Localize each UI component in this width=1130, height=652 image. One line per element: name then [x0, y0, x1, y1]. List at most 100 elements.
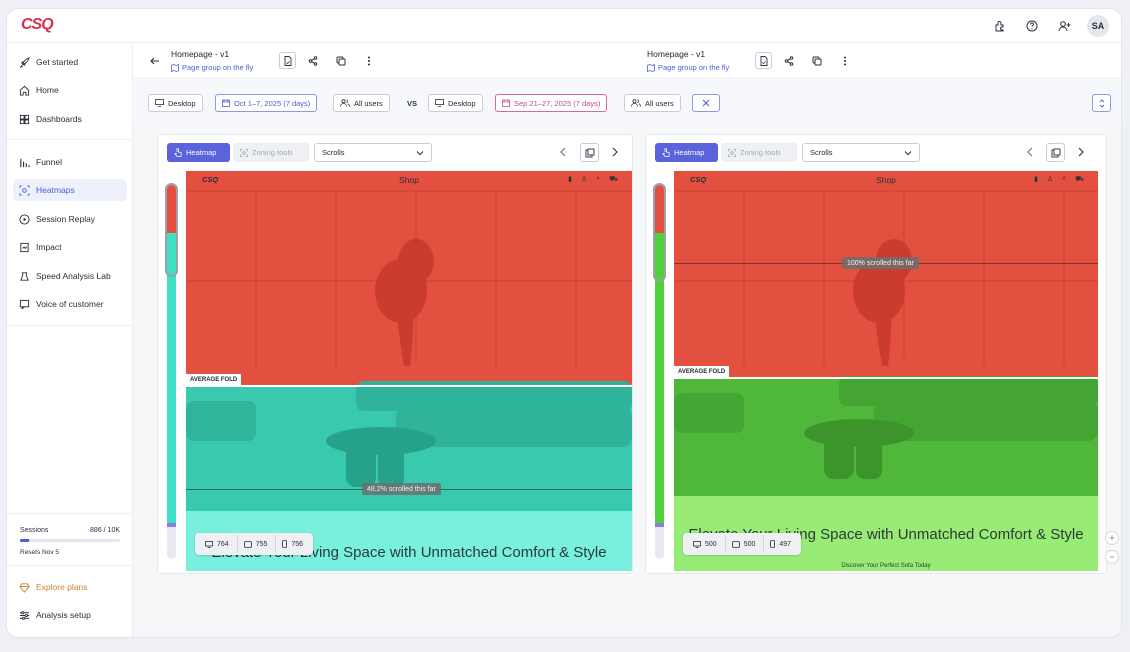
- search-icon: ⌕: [1062, 175, 1067, 182]
- analysis-setup-label: Analysis setup: [36, 610, 91, 620]
- back-arrow-icon[interactable]: [146, 52, 163, 69]
- right-tablet-count[interactable]: 500: [724, 535, 762, 553]
- right-desktop-count[interactable]: 500: [687, 535, 723, 553]
- expand-vertical-icon: [1099, 98, 1104, 108]
- sidebar-item-funnel[interactable]: Funnel: [13, 151, 127, 173]
- right-zoning-tools-tab[interactable]: Zoning tools: [721, 143, 797, 162]
- sessions-progress-fill: [20, 539, 29, 542]
- zoom-in-button[interactable]: +: [1105, 531, 1119, 545]
- left-screenshot-icon[interactable]: [580, 143, 599, 162]
- right-page-screenshot[interactable]: CSQ Shop ▮ ♙ ⌕ ⛟ 100% scrolled this far AVE…: [674, 171, 1098, 571]
- hand-pointer-icon: [174, 148, 182, 157]
- sidebar-item-label: Home: [36, 85, 59, 95]
- left-prev-icon[interactable]: [556, 145, 570, 159]
- left-next-icon[interactable]: [608, 145, 622, 159]
- left-device-filter[interactable]: Desktop: [148, 94, 203, 112]
- sidebar-item-home[interactable]: Home: [13, 79, 127, 101]
- collapse-toggle-button[interactable]: [1092, 94, 1111, 112]
- app-window: CSQ SA Get started Home Dashboards Funne…: [6, 8, 1122, 638]
- right-save-icon[interactable]: [755, 52, 772, 69]
- right-share-icon[interactable]: [780, 52, 797, 69]
- left-users-filter[interactable]: All users: [333, 94, 390, 112]
- left-heatmap-tab[interactable]: Heatmap: [167, 143, 230, 162]
- right-scroll-thumb[interactable]: [653, 183, 666, 282]
- left-duplicate-icon[interactable]: [332, 52, 349, 69]
- desktop-icon: [435, 99, 444, 107]
- sidebar-item-get-started[interactable]: Get started: [13, 51, 127, 73]
- right-date-label: Sep 21–27, 2025 (7 days): [514, 98, 601, 108]
- sidebar-item-label: Heatmaps: [36, 185, 75, 195]
- zoom-out-button[interactable]: −: [1105, 550, 1119, 564]
- right-users-label: All users: [645, 98, 674, 108]
- sidebar-divider: [7, 139, 133, 140]
- right-device-filter[interactable]: Desktop: [428, 94, 483, 112]
- sidebar-item-impact[interactable]: Impact: [13, 236, 127, 258]
- mobile-icon: [282, 540, 288, 548]
- left-save-icon[interactable]: [279, 52, 296, 69]
- right-heatmap-type-select[interactable]: Scrolls: [802, 143, 920, 162]
- right-duplicate-icon[interactable]: [808, 52, 825, 69]
- main-area: Homepage - v1 Page group on the fly Home…: [133, 43, 1121, 637]
- calendar-icon: [222, 99, 230, 107]
- heatmap-canvas-area: Heatmap Zoning tools Scrolls CSQ Shop ▮ …: [133, 124, 1121, 637]
- left-page-group-link[interactable]: Page group on the fly: [171, 63, 253, 72]
- left-date-filter[interactable]: Oct 1–7, 2025 (7 days): [215, 94, 318, 112]
- compare-header: Homepage - v1 Page group on the fly Home…: [133, 43, 1121, 79]
- explore-plans-label: Explore plans: [36, 582, 88, 592]
- app-logo[interactable]: CSQ: [21, 16, 54, 34]
- sidebar-item-label: Funnel: [36, 157, 62, 167]
- left-site-icons: ▮ ♙ ⌕ ⛟: [568, 175, 618, 184]
- left-mobile-count[interactable]: 756: [275, 535, 309, 553]
- right-next-icon[interactable]: [1074, 145, 1088, 159]
- left-device-label: Desktop: [168, 98, 196, 108]
- explore-plans-link[interactable]: Explore plans: [13, 576, 127, 598]
- filters-bar: Desktop Oct 1–7, 2025 (7 days) All users…: [133, 80, 1121, 124]
- sidebar-item-session-replay[interactable]: Session Replay: [13, 208, 127, 230]
- close-comparison-button[interactable]: [692, 94, 720, 112]
- right-zoning-label: Zoning tools: [740, 148, 781, 157]
- left-more-icon[interactable]: [360, 52, 377, 69]
- sidebar-item-dashboards[interactable]: Dashboards: [13, 108, 127, 130]
- left-panel-toolbar: Heatmap Zoning tools Scrolls: [158, 135, 632, 169]
- left-scroll-depth-label: 48.2% scrolled this far: [362, 483, 441, 495]
- help-icon[interactable]: [1023, 17, 1041, 35]
- right-prev-icon[interactable]: [1023, 145, 1037, 159]
- sidebar-item-speed-analysis-lab[interactable]: Speed Analysis Lab: [13, 265, 127, 287]
- right-tablet-count-value: 500: [743, 540, 756, 548]
- left-site-nav: Shop: [399, 175, 419, 185]
- puzzle-icon[interactable]: [991, 17, 1009, 35]
- vs-label: VS: [407, 99, 418, 108]
- left-scroll-thumb[interactable]: [165, 183, 178, 277]
- right-screenshot-icon[interactable]: [1046, 143, 1065, 162]
- left-desktop-count[interactable]: 764: [199, 535, 235, 553]
- sidebar-item-voice-of-customer[interactable]: Voice of customer: [13, 293, 127, 315]
- dashboard-icon: [19, 114, 30, 124]
- user-icon: ♙: [580, 176, 588, 183]
- analysis-setup-link[interactable]: Analysis setup: [13, 604, 127, 626]
- right-more-icon[interactable]: [836, 52, 853, 69]
- hand-pointer-icon: [662, 148, 670, 157]
- desktop-icon: [205, 540, 213, 548]
- sidebar-item-heatmaps[interactable]: Heatmaps: [13, 179, 127, 201]
- left-heatmap-panel: Heatmap Zoning tools Scrolls CSQ Shop ▮ …: [157, 134, 633, 574]
- chevron-down-icon: [904, 151, 912, 156]
- avatar[interactable]: SA: [1087, 15, 1109, 37]
- add-user-icon[interactable]: [1055, 17, 1073, 35]
- left-heatmap-type-select[interactable]: Scrolls: [314, 143, 432, 162]
- left-desktop-count-value: 764: [217, 540, 229, 548]
- right-heatmap-panel: Heatmap Zoning tools Scrolls CSQ Shop ▮ …: [645, 134, 1107, 574]
- right-heatmap-tab[interactable]: Heatmap: [655, 143, 718, 162]
- sidebar-divider: [7, 325, 133, 326]
- right-select-value: Scrolls: [810, 148, 833, 157]
- right-users-filter[interactable]: All users: [624, 94, 681, 112]
- left-select-value: Scrolls: [322, 148, 345, 157]
- left-share-icon[interactable]: [304, 52, 321, 69]
- right-mobile-count[interactable]: 497: [763, 535, 797, 553]
- left-zoning-tools-tab[interactable]: Zoning tools: [233, 143, 309, 162]
- right-date-filter[interactable]: Sep 21–27, 2025 (7 days): [495, 94, 608, 112]
- right-page-group-link[interactable]: Page group on the fly: [647, 63, 729, 72]
- left-page-screenshot[interactable]: CSQ Shop ▮ ♙ ⌕ ⛟ AVERAGE FOLD 48.2% scrolle…: [186, 171, 632, 571]
- left-tablet-count[interactable]: 755: [236, 535, 274, 553]
- right-room-image: [674, 171, 1098, 571]
- sidebar-item-label: Session Replay: [36, 214, 96, 224]
